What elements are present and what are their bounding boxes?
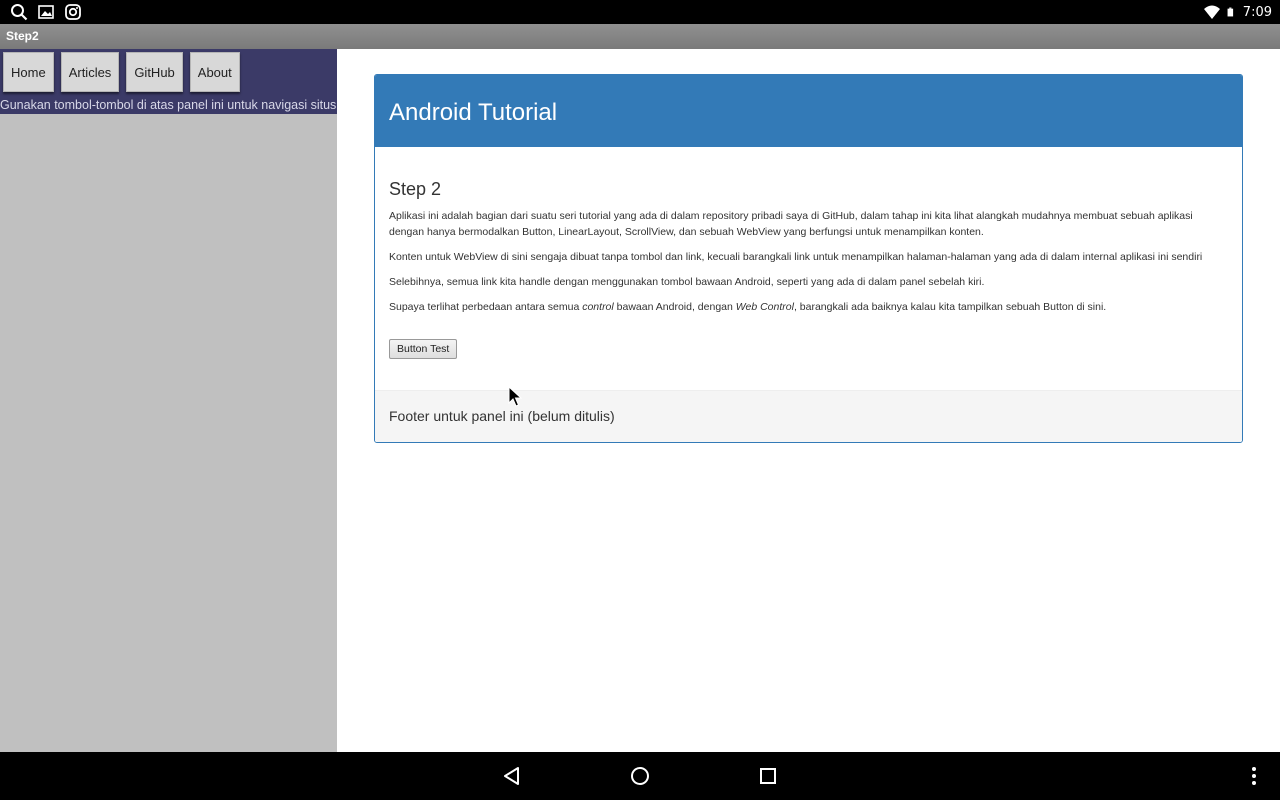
button-test[interactable]: Button Test — [389, 339, 458, 359]
overflow-menu-icon[interactable] — [1244, 766, 1264, 786]
nav-buttons: Home Articles GitHub About — [3, 52, 240, 92]
about-button[interactable]: About — [189, 52, 240, 92]
battery-icon — [1227, 7, 1233, 17]
paragraph-content: Konten untuk WebView di sini sengaja dib… — [389, 251, 1203, 263]
panel-body: Step 2 Aplikasi ini adalah bagian dari s… — [375, 179, 1242, 359]
wifi-icon — [1203, 5, 1220, 19]
paragraph-links: Selebihnya, semua link kita handle denga… — [389, 276, 985, 288]
status-time: 7:09 — [1242, 4, 1272, 20]
content-panel: Android Tutorial Step 2 Aplikasi ini ada… — [374, 74, 1243, 443]
step-title: Step 2 — [389, 179, 442, 199]
system-nav-bar — [0, 752, 1280, 800]
github-button[interactable]: GitHub — [126, 52, 183, 92]
image-icon — [38, 5, 54, 19]
nav-bar: Home Articles GitHub About Gunakan tombo… — [0, 49, 340, 114]
panel-heading: Android Tutorial — [375, 75, 1242, 147]
webview[interactable]: Android Tutorial Step 2 Aplikasi ini ada… — [337, 49, 1280, 752]
left-panel: Home Articles GitHub About Gunakan tombo… — [0, 49, 340, 752]
mouse-cursor-icon — [508, 386, 522, 407]
status-bar: 7:09 — [0, 0, 1280, 24]
instagram-icon — [65, 4, 81, 20]
back-icon[interactable] — [502, 766, 522, 786]
paragraph-intro: Aplikasi ini adalah bagian dari suatu se… — [389, 210, 1193, 238]
home-icon[interactable] — [630, 766, 650, 786]
home-button[interactable]: Home — [3, 52, 54, 92]
window-title: Step2 — [0, 24, 1280, 49]
nav-hint: Gunakan tombol-tombol di atas panel ini … — [0, 98, 340, 112]
paragraph-controls: Supaya terlihat perbedaan antara semua c… — [389, 301, 1107, 313]
articles-button[interactable]: Articles — [60, 52, 120, 92]
recents-icon[interactable] — [758, 766, 778, 786]
search-icon — [11, 4, 28, 21]
panel-footer: Footer untuk panel ini (belum ditulis) — [375, 390, 1242, 442]
